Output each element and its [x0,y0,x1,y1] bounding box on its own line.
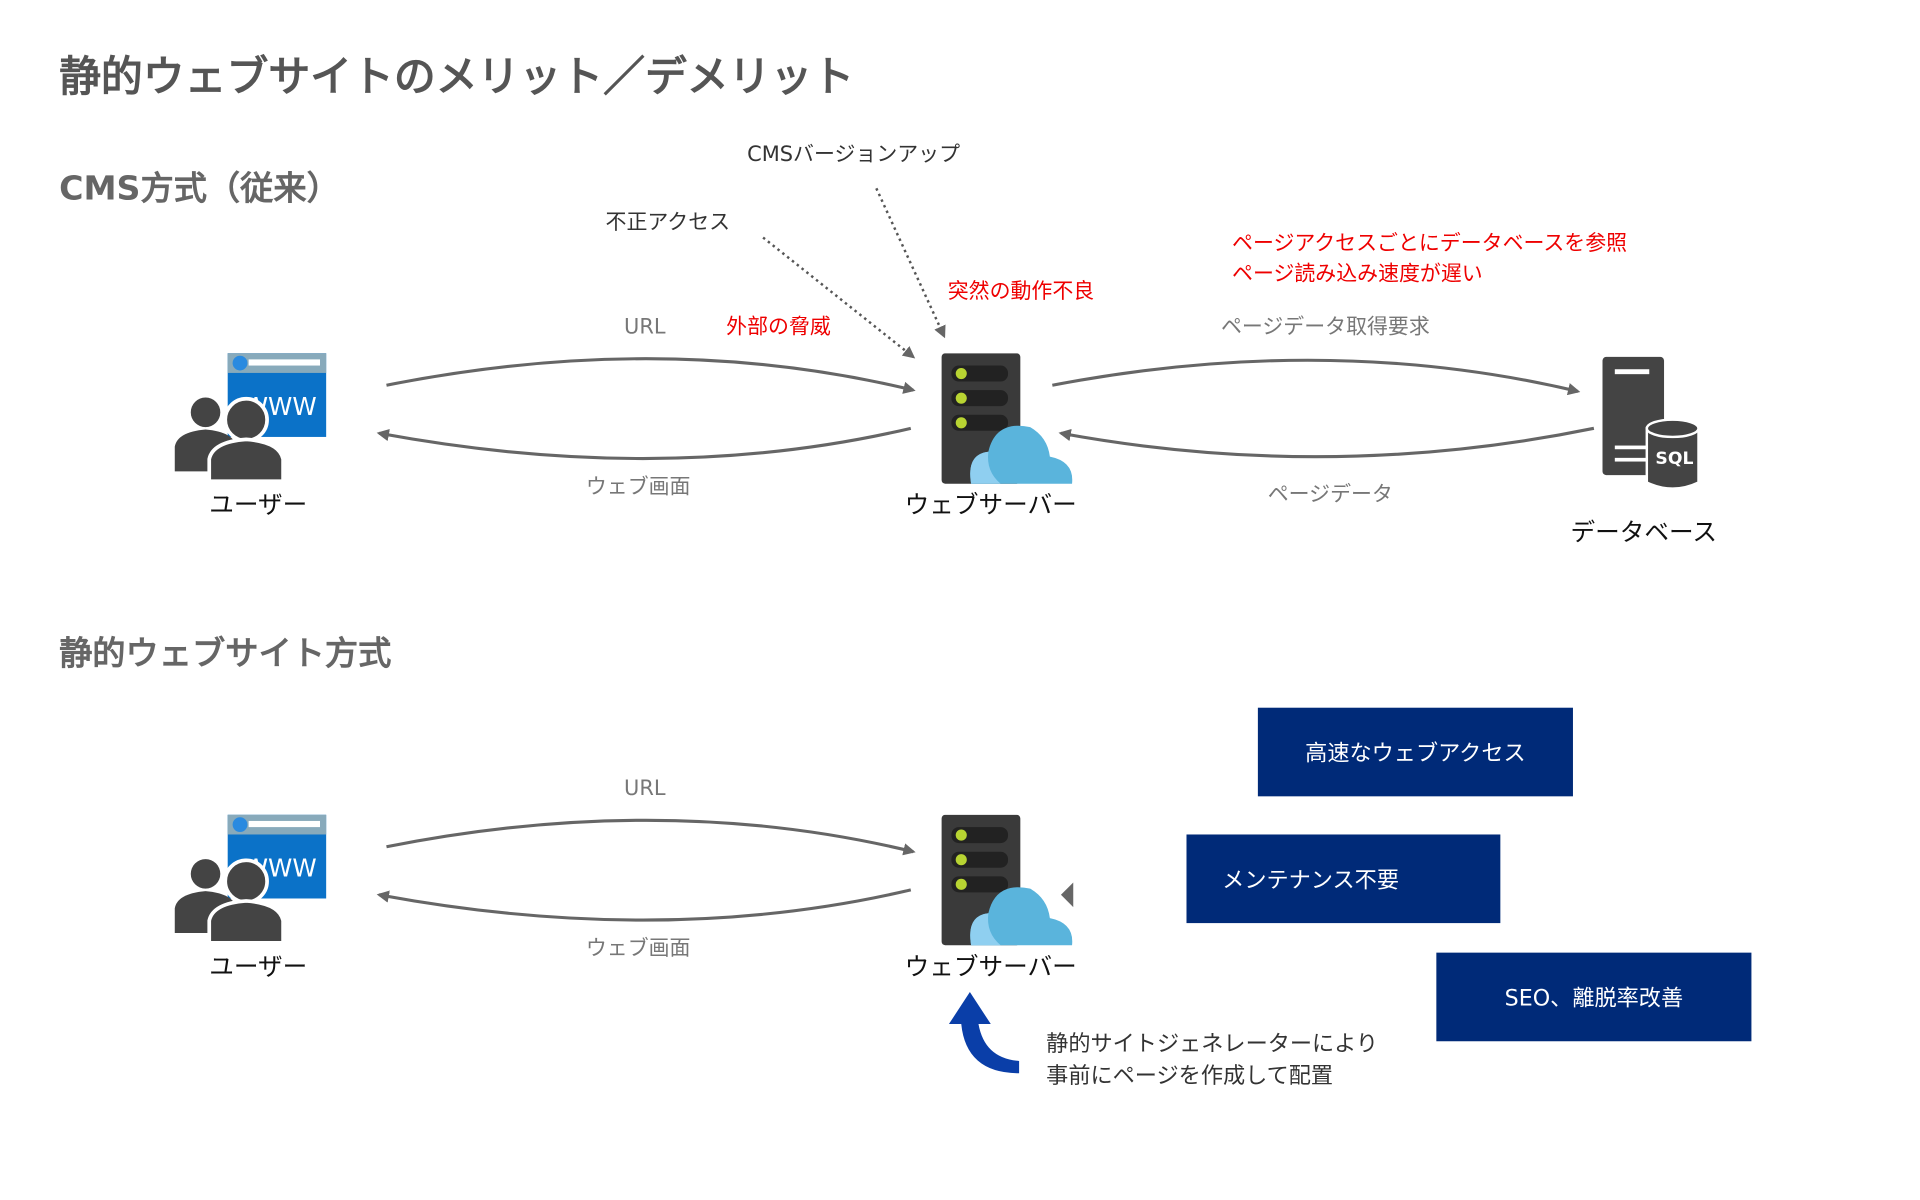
static-heading: 静的ウェブサイト方式 [59,635,392,674]
static-url-label: URL [624,776,666,802]
benefit-label: メンテナンス不要 [1222,867,1399,894]
version-up-dotted-arrow [875,187,946,339]
benefit-fast-access: 高速なウェブアクセス [1257,707,1573,797]
diagram: WWW SQL WWW 静的ウェブサイトのメリット／デメリット CMS方式（従来… [0,0,1920,1200]
version-up-label: CMSバージョンアップ [747,142,961,168]
malfunction-label: 突然の動作不良 [947,279,1095,305]
benefit-label: 高速なウェブアクセス [1305,740,1526,767]
web-server-icon [941,353,1073,484]
external-threat-label: 外部の脅威 [726,315,831,340]
server-label: ウェブサーバー [904,489,1077,520]
deploy-arrow-icon [948,992,1020,1074]
database-label: データベース [1570,516,1717,547]
db-note-2: ページ読み込み速度が遅い [1232,262,1483,287]
static-url-arrow [386,818,916,856]
db-request-arrow [1052,358,1581,396]
static-server-label: ウェブサーバー [904,951,1077,981]
user-label: ユーザー [209,489,308,520]
sql-text: SQL [1655,449,1693,469]
benefit-label: SEO、離脱率改善 [1504,985,1684,1012]
generator-note-line: 静的サイトジェネレーターにより [1046,1031,1379,1058]
page-title: 静的ウェブサイトのメリット／デメリット [59,52,855,103]
generator-note-line: 事前にページを作成して配置 [1046,1063,1334,1090]
generator-note: 静的サイトジェネレーターにより 事前にページを作成して配置 [1046,1029,1378,1093]
db-request-label: ページデータ取得要求 [1220,315,1430,340]
static-user-label: ユーザー [209,951,308,981]
static-web-screen-label: ウェブ画面 [585,936,691,962]
static-user-icon: WWW [172,814,327,945]
web-screen-arrow [376,426,912,461]
benefit-no-maintenance: メンテナンス不要 [1186,834,1501,924]
static-web-screen-arrow [376,888,912,922]
database-icon: SQL [1602,356,1700,490]
url-arrow [386,357,916,394]
page-data-arrow [1058,426,1595,459]
web-screen-label: ウェブ画面 [585,475,691,500]
url-label: URL [624,315,666,340]
user-icon: WWW [172,353,327,484]
static-web-server-icon [941,814,1073,946]
db-note-1: ページアクセスごとにデータベースを参照 [1232,231,1628,257]
benefit-seo: SEO、離脱率改善 [1436,952,1752,1042]
cms-heading: CMS方式（従来） [59,169,340,209]
page-data-label: ページデータ [1267,482,1393,508]
unauthorized-label: 不正アクセス [605,210,731,236]
